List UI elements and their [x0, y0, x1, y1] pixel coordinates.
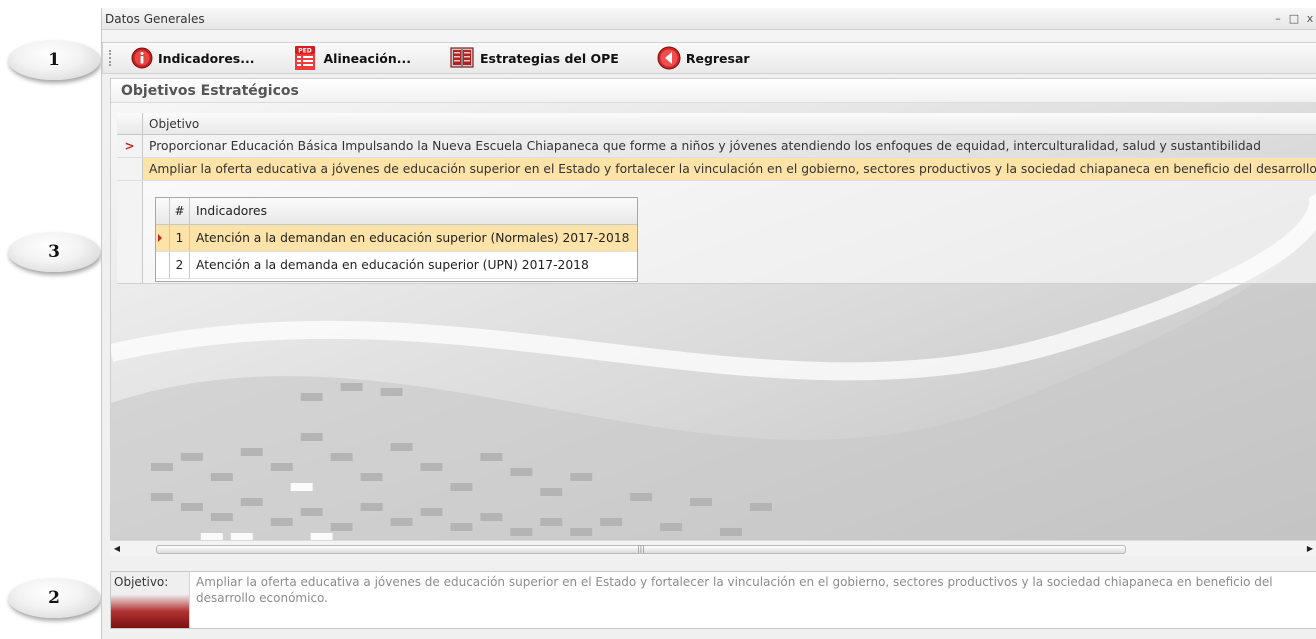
- column-header-objetivo[interactable]: Objetivo: [143, 113, 199, 134]
- info-icon: [131, 47, 153, 69]
- regresar-label: Regresar: [685, 50, 750, 66]
- scroll-left-icon[interactable]: ◀: [110, 544, 124, 553]
- subgrid-header: # Indicadores: [156, 198, 637, 225]
- indicador-row[interactable]: 2 Atención a la demanda en educación sup…: [156, 252, 637, 279]
- indicadores-button[interactable]: Indicadores...: [131, 47, 255, 69]
- toolbar: Indicadores... PED Alineación... Estrate…: [102, 42, 1316, 74]
- indicadores-subgrid: # Indicadores 1 Atención a la demandan e…: [155, 197, 638, 282]
- table-row[interactable]: > Proporcionar Educación Básica Impulsan…: [117, 135, 1316, 158]
- indicador-name[interactable]: Atención a la demanda en educación super…: [190, 252, 637, 278]
- close-button[interactable]: x: [1304, 12, 1316, 25]
- ped-document-icon: PED: [294, 46, 315, 70]
- objetivo-cell[interactable]: Proporcionar Educación Básica Impulsando…: [143, 135, 1261, 157]
- datos-generales-window: Datos Generales – □ x Indicadores... PED: [101, 8, 1316, 639]
- table-row-selected[interactable]: Ampliar la oferta educativa a jóvenes de…: [117, 158, 1316, 181]
- objetivos-grid: Objetivo > Proporcionar Educación Básica…: [117, 113, 1316, 284]
- objetivo-cell[interactable]: Ampliar la oferta educativa a jóvenes de…: [143, 158, 1316, 180]
- objetivo-detail-panel: Objetivo: Ampliar la oferta educativa a …: [110, 571, 1316, 629]
- window-titlebar: Datos Generales – □ x: [102, 8, 1316, 30]
- horizontal-scrollbar[interactable]: ◀ ||| ▶: [110, 540, 1316, 556]
- indicador-number: 2: [170, 252, 190, 278]
- column-header-number[interactable]: #: [170, 198, 190, 224]
- toolbar-grip[interactable]: [109, 50, 113, 66]
- back-arrow-icon: [657, 46, 681, 70]
- alineacion-label: Alineación...: [323, 50, 411, 66]
- grid-header: Objetivo: [117, 113, 1316, 135]
- alineacion-button[interactable]: PED Alineación...: [293, 45, 411, 71]
- svg-text:PED: PED: [298, 48, 311, 55]
- callout-2: 2: [8, 578, 100, 618]
- callout-3: 3: [8, 232, 100, 272]
- objetivo-detail-label: Objetivo:: [111, 572, 189, 628]
- regresar-button[interactable]: Regresar: [657, 46, 750, 70]
- column-header-indicadores[interactable]: Indicadores: [190, 198, 637, 224]
- row-pointer-icon: [158, 234, 162, 242]
- indicador-name[interactable]: Atención a la demandan en educación supe…: [190, 225, 637, 251]
- estrategias-button[interactable]: Estrategias del OPE: [449, 45, 619, 71]
- objetivo-detail-text[interactable]: Ampliar la oferta educativa a jóvenes de…: [189, 572, 1316, 628]
- book-icon: [450, 47, 474, 68]
- callout-1: 1: [8, 40, 100, 80]
- objetivos-panel: Objetivos Estratégicos Objetivo > Propor…: [110, 78, 1316, 550]
- indicador-number: 1: [170, 225, 190, 251]
- scroll-right-icon[interactable]: ▶: [1303, 544, 1316, 553]
- minimize-button[interactable]: –: [1272, 12, 1284, 25]
- scroll-thumb[interactable]: |||: [156, 544, 1126, 554]
- estrategias-label: Estrategias del OPE: [479, 50, 619, 66]
- row-current-marker: >: [117, 135, 143, 157]
- indicadores-label: Indicadores...: [158, 50, 255, 66]
- indicador-row[interactable]: 1 Atención a la demandan en educación su…: [156, 225, 637, 252]
- maximize-button[interactable]: □: [1288, 12, 1300, 25]
- row-detail-area: # Indicadores 1 Atención a la demandan e…: [117, 181, 1316, 284]
- window-title: Datos Generales: [105, 11, 205, 26]
- section-title: Objetivos Estratégicos: [111, 79, 1316, 103]
